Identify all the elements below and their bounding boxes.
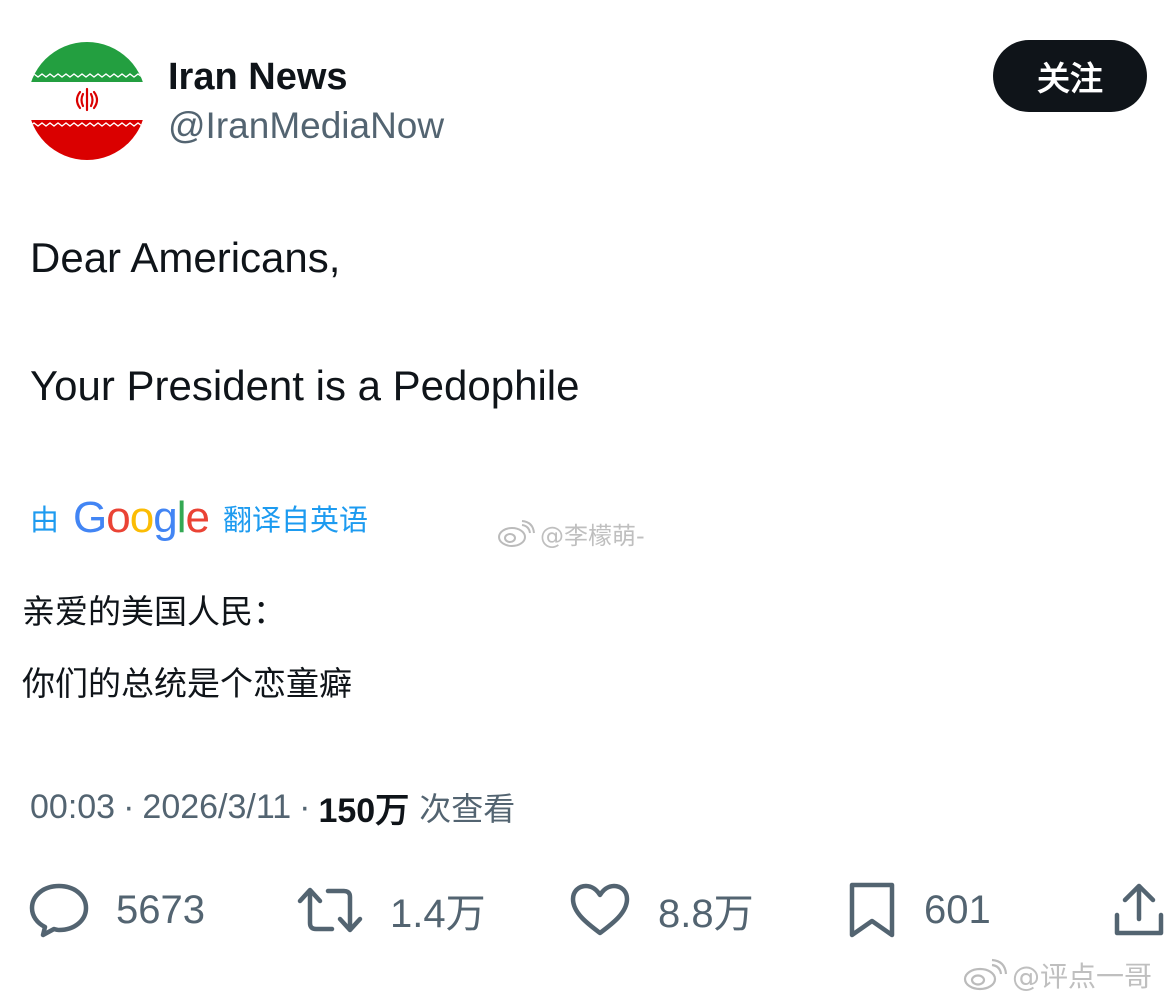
share-button[interactable]: [1112, 878, 1166, 942]
meta-separator: ·: [299, 787, 311, 826]
translation-prefix: 由: [30, 503, 60, 537]
bookmark-button[interactable]: 601: [846, 878, 991, 942]
views-count: 150万: [318, 791, 410, 830]
watermark: @评点一哥: [962, 955, 1152, 995]
translated-text-line: 你们的总统是个恋童癖: [22, 664, 352, 703]
meta-separator: ·: [123, 787, 135, 826]
weibo-logo-icon: [498, 519, 535, 547]
repost-count: 1.4万: [390, 892, 486, 936]
post-meta: 00:03 · 2026/3/11 · 150万 次查看: [30, 784, 515, 830]
follow-button[interactable]: 关注: [993, 40, 1147, 112]
google-logo-letter: e: [185, 493, 210, 542]
post-text-line: Your President is a Pedophile: [30, 362, 580, 409]
like-count: 8.8万: [658, 892, 754, 936]
post-date[interactable]: 2026/3/11: [142, 788, 291, 827]
translation-attribution[interactable]: 由 Google 翻译自英语: [30, 492, 368, 544]
google-logo-letter: o: [106, 493, 131, 542]
reply-icon: [29, 883, 89, 938]
share-icon: [1114, 883, 1164, 936]
post-time[interactable]: 00:03: [30, 788, 115, 827]
avatar[interactable]: [28, 42, 146, 160]
reply-count: 5673: [116, 887, 205, 932]
google-logo-letter: l: [176, 493, 187, 542]
translated-text-line: 亲爱的美国人民：: [22, 592, 286, 631]
display-name[interactable]: Iran News: [168, 54, 348, 100]
weibo-logo-icon: [963, 958, 1008, 991]
google-logo-letter: G: [73, 493, 107, 542]
repost-icon: [297, 887, 363, 933]
bookmark-icon: [849, 882, 895, 938]
watermark-text: @评点一哥: [1012, 960, 1153, 993]
translation-suffix: 翻译自英语: [222, 503, 368, 537]
post-text-line: Dear Americans,: [30, 234, 341, 281]
watermark-text: @李檬萌-: [540, 522, 645, 550]
watermark: @李檬萌-: [496, 516, 645, 551]
heart-icon: [570, 883, 630, 936]
reply-button[interactable]: 5673: [28, 878, 205, 942]
views-label: 次查看: [419, 790, 516, 828]
bookmark-count: 601: [924, 887, 991, 932]
google-logo-letter: o: [129, 493, 155, 542]
repost-button[interactable]: 1.4万: [296, 878, 486, 942]
google-logo-letter: g: [153, 493, 178, 542]
user-handle[interactable]: @IranMediaNow: [168, 103, 444, 149]
like-button[interactable]: 8.8万: [568, 878, 754, 942]
iran-flag-avatar: [28, 42, 146, 160]
google-logo: Google: [73, 492, 210, 544]
